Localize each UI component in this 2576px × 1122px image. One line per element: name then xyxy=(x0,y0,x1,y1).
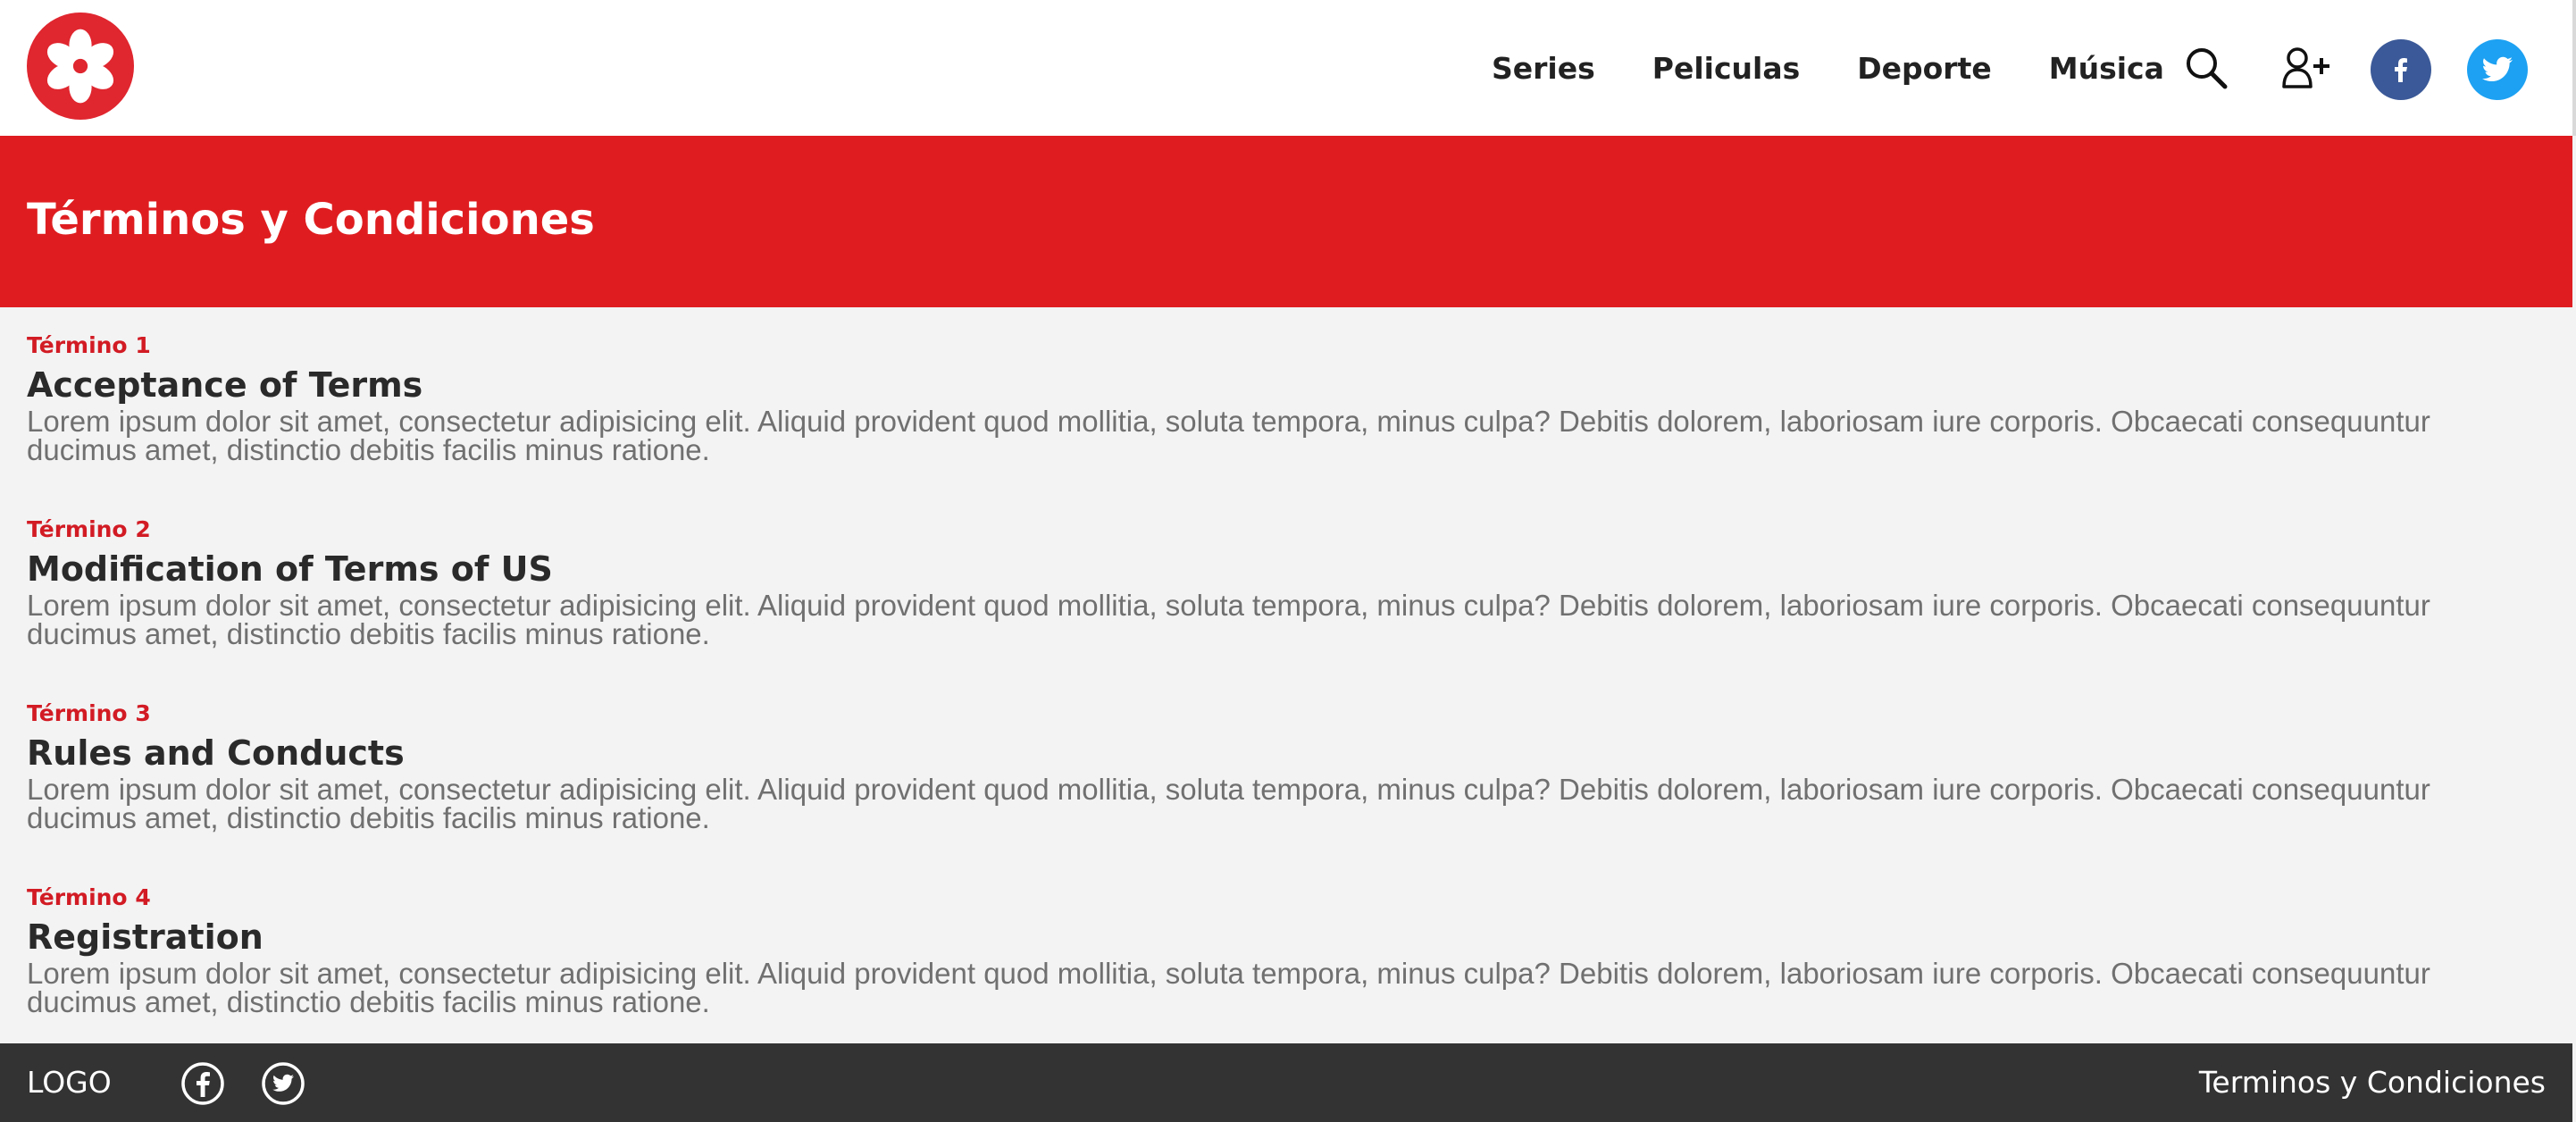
twitter-outline-icon[interactable] xyxy=(261,1061,305,1106)
twitter-button[interactable] xyxy=(2467,39,2528,100)
footer-logo[interactable]: LOGO xyxy=(27,1043,112,1122)
add-user-button[interactable] xyxy=(2278,39,2335,96)
term-label: Término 4 xyxy=(27,884,151,910)
nav-item-series[interactable]: Series xyxy=(1492,51,1595,86)
site-footer: LOGO Terminos y Condiciones xyxy=(0,1043,2572,1122)
term-section: Término 4 Registration Lorem ipsum dolor… xyxy=(27,884,2528,1068)
page-title: Términos y Condiciones xyxy=(27,195,595,245)
twitter-icon xyxy=(2482,56,2513,81)
facebook-icon xyxy=(2395,58,2407,82)
term-body: Lorem ipsum dolor sit amet, consectetur … xyxy=(27,773,2430,834)
term-label: Término 1 xyxy=(27,332,151,358)
flower-icon xyxy=(46,29,114,104)
footer-terms-link[interactable]: Terminos y Condiciones xyxy=(2199,1043,2546,1122)
facebook-outline-icon[interactable] xyxy=(180,1061,225,1106)
term-section: Término 3 Rules and Conducts Lorem ipsum… xyxy=(27,700,2528,884)
facebook-button[interactable] xyxy=(2371,39,2431,100)
logo[interactable] xyxy=(27,13,134,120)
nav-item-musica[interactable]: Música xyxy=(2049,51,2164,86)
main-nav: Series Peliculas Deporte Música xyxy=(1492,0,2164,136)
term-label: Término 3 xyxy=(27,700,151,726)
term-heading: Acceptance of Terms xyxy=(27,365,423,405)
term-heading: Rules and Conducts xyxy=(27,733,405,773)
add-user-icon xyxy=(2282,47,2329,88)
terms-list: Término 1 Acceptance of Terms Lorem ipsu… xyxy=(27,332,2528,1068)
term-body: Lorem ipsum dolor sit amet, consectetur … xyxy=(27,957,2430,1018)
nav-item-deporte[interactable]: Deporte xyxy=(1857,51,1992,86)
term-heading: Modification of Terms of US xyxy=(27,549,553,589)
page-banner: Términos y Condiciones xyxy=(0,136,2572,307)
term-body: Lorem ipsum dolor sit amet, consectetur … xyxy=(27,589,2430,650)
term-label: Término 2 xyxy=(27,516,151,542)
site-header: Series Peliculas Deporte Música xyxy=(0,0,2576,136)
nav-item-peliculas[interactable]: Peliculas xyxy=(1652,51,1800,86)
term-section: Término 2 Modification of Terms of US Lo… xyxy=(27,516,2528,700)
term-body: Lorem ipsum dolor sit amet, consectetur … xyxy=(27,405,2430,466)
search-button[interactable] xyxy=(2178,39,2235,96)
search-icon xyxy=(2187,48,2228,89)
term-heading: Registration xyxy=(27,917,263,957)
term-section: Término 1 Acceptance of Terms Lorem ipsu… xyxy=(27,332,2528,516)
